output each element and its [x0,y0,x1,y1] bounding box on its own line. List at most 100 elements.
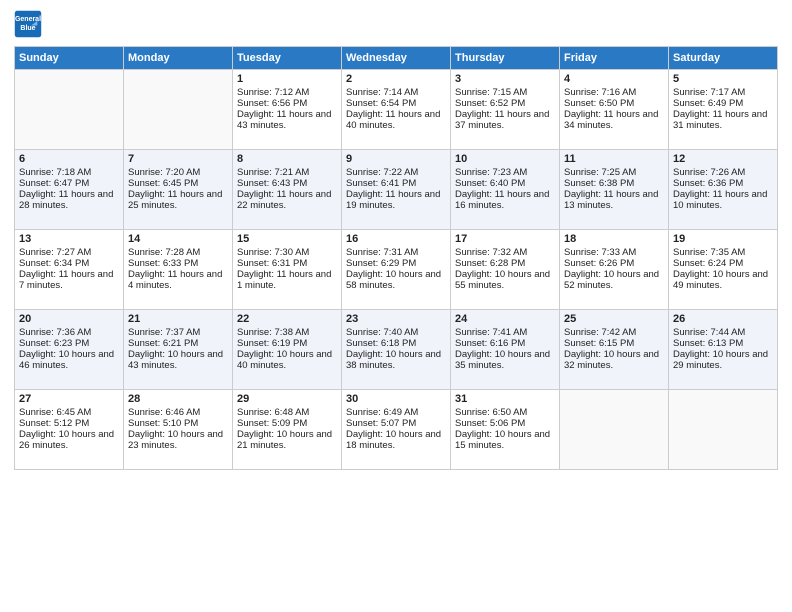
header-row: SundayMondayTuesdayWednesdayThursdayFrid… [15,47,778,70]
sunset: Sunset: 6:13 PM [673,338,743,349]
day-number: 4 [564,73,664,85]
calendar-cell: 18Sunrise: 7:33 AMSunset: 6:26 PMDayligh… [560,230,669,310]
sunrise: Sunrise: 6:48 AM [237,407,309,418]
sunset: Sunset: 6:52 PM [455,98,525,109]
week-row-3: 20Sunrise: 7:36 AMSunset: 6:23 PMDayligh… [15,310,778,390]
day-number: 26 [673,313,773,325]
day-number: 16 [346,233,446,245]
day-number: 15 [237,233,337,245]
calendar-cell: 3Sunrise: 7:15 AMSunset: 6:52 PMDaylight… [451,70,560,150]
day-number: 20 [19,313,119,325]
calendar-cell: 10Sunrise: 7:23 AMSunset: 6:40 PMDayligh… [451,150,560,230]
daylight: Daylight: 11 hours and 4 minutes. [128,269,222,291]
calendar-cell [15,70,124,150]
calendar-cell: 12 Sunrise: 7:26 AMSunset: 6:36 PMDayligh… [669,150,778,230]
calendar-cell: 19Sunrise: 7:35 AMSunset: 6:24 PMDayligh… [669,230,778,310]
sunset: Sunset: 6:54 PM [346,98,416,109]
calendar-cell: 14 Sunrise: 7:28 AMSunset: 6:33 PMDayligh… [124,230,233,310]
sunrise: Sunrise: 6:45 AM [19,407,91,418]
sunset: Sunset: 6:23 PM [19,338,89,349]
calendar-cell: 29Sunrise: 6:48 AMSunset: 5:09 PMDayligh… [233,390,342,470]
sunrise: Sunrise: 7:12 AM [237,87,309,98]
sunset: Sunset: 6:33 PM [128,258,198,269]
calendar-cell: 11Sunrise: 7:25 AMSunset: 6:38 PMDayligh… [560,150,669,230]
sunrise: Sunrise: 7:41 AM [455,327,527,338]
sunset: Sunset: 6:56 PM [237,98,307,109]
day-number: 18 [564,233,664,245]
day-number: 27 [19,393,119,405]
sunrise: Sunrise: 7:21 AM [237,167,309,178]
daylight: Daylight: 10 hours and 58 minutes. [346,269,441,291]
daylight: Daylight: 11 hours and 10 minutes. [673,189,767,211]
daylight: Daylight: 10 hours and 52 minutes. [564,269,659,291]
sunrise: Sunrise: 7:14 AM [346,87,418,98]
day-number: 6 [19,153,119,165]
sunrise: Sunrise: 7:20 AM [128,167,200,178]
daylight: Daylight: 11 hours and 13 minutes. [564,189,658,211]
sunrise: Sunrise: 7:28 AM [128,247,200,258]
day-number: 19 [673,233,773,245]
sunset: Sunset: 6:28 PM [455,258,525,269]
day-number: 11 [564,153,664,165]
day-number: 13 [19,233,119,245]
sunrise: Sunrise: 6:49 AM [346,407,418,418]
sunset: Sunset: 6:38 PM [564,178,634,189]
calendar-cell: 22Sunrise: 7:38 AMSunset: 6:19 PMDayligh… [233,310,342,390]
daylight: Daylight: 10 hours and 23 minutes. [128,429,223,451]
calendar-cell: 28Sunrise: 6:46 AMSunset: 5:10 PMDayligh… [124,390,233,470]
sunrise: Sunrise: 7:26 AM [673,167,745,178]
daylight: Daylight: 10 hours and 55 minutes. [455,269,550,291]
daylight: Daylight: 10 hours and 15 minutes. [455,429,550,451]
daylight: Daylight: 10 hours and 46 minutes. [19,349,114,371]
sunrise: Sunrise: 7:30 AM [237,247,309,258]
sunset: Sunset: 5:12 PM [19,418,89,429]
week-row-2: 13Sunrise: 7:27 AMSunset: 6:34 PMDayligh… [15,230,778,310]
sunrise: Sunrise: 7:40 AM [346,327,418,338]
daylight: Daylight: 11 hours and 1 minute. [237,269,331,291]
day-number: 14 [128,233,228,245]
sunset: Sunset: 6:34 PM [19,258,89,269]
sunset: Sunset: 6:43 PM [237,178,307,189]
logo: General Blue [14,10,44,38]
daylight: Daylight: 11 hours and 7 minutes. [19,269,113,291]
calendar-cell: 13Sunrise: 7:27 AMSunset: 6:34 PMDayligh… [15,230,124,310]
sunset: Sunset: 6:36 PM [673,178,743,189]
calendar-cell: 1 Sunrise: 7:12 AMSunset: 6:56 PMDaylight… [233,70,342,150]
day-number: 10 [455,153,555,165]
day-number: 17 [455,233,555,245]
sunrise: Sunrise: 7:37 AM [128,327,200,338]
day-number: 8 [237,153,337,165]
sunset: Sunset: 6:41 PM [346,178,416,189]
col-header-wednesday: Wednesday [342,47,451,70]
day-number: 30 [346,393,446,405]
calendar-cell: 16Sunrise: 7:31 AMSunset: 6:29 PMDayligh… [342,230,451,310]
calendar-cell [124,70,233,150]
week-row-4: 27 Sunrise: 6:45 AMSunset: 5:12 PM Dayligh… [15,390,778,470]
sunset: Sunset: 6:24 PM [673,258,743,269]
day-number: 1 [237,73,337,85]
col-header-monday: Monday [124,47,233,70]
svg-text:Blue: Blue [20,25,35,32]
day-number: 29 [237,393,337,405]
day-number: 12 [673,153,773,165]
calendar-cell: 9Sunrise: 7:22 AMSunset: 6:41 PMDaylight… [342,150,451,230]
daylight: Daylight: 11 hours and 22 minutes. [237,189,331,211]
sunrise: Sunrise: 7:22 AM [346,167,418,178]
day-number: 2 [346,73,446,85]
daylight: Daylight: 11 hours and 16 minutes. [455,189,549,211]
calendar-cell: 21Sunrise: 7:37 AMSunset: 6:21 PMDayligh… [124,310,233,390]
sunset: Sunset: 6:18 PM [346,338,416,349]
day-number: 24 [455,313,555,325]
sunset: Sunset: 6:29 PM [346,258,416,269]
day-number: 7 [128,153,228,165]
sunrise: Sunrise: 7:38 AM [237,327,309,338]
daylight: Daylight: 11 hours and 43 minutes. [237,109,331,131]
sunset: Sunset: 6:45 PM [128,178,198,189]
calendar-cell: 20Sunrise: 7:36 AMSunset: 6:23 PMDayligh… [15,310,124,390]
sunset: Sunset: 5:07 PM [346,418,416,429]
calendar-cell: 15Sunrise: 7:30 AMSunset: 6:31 PMDayligh… [233,230,342,310]
col-header-friday: Friday [560,47,669,70]
sunrise: Sunrise: 7:15 AM [455,87,527,98]
daylight: Daylight: 11 hours and 28 minutes. [19,189,113,211]
daylight: Daylight: 10 hours and 35 minutes. [455,349,550,371]
